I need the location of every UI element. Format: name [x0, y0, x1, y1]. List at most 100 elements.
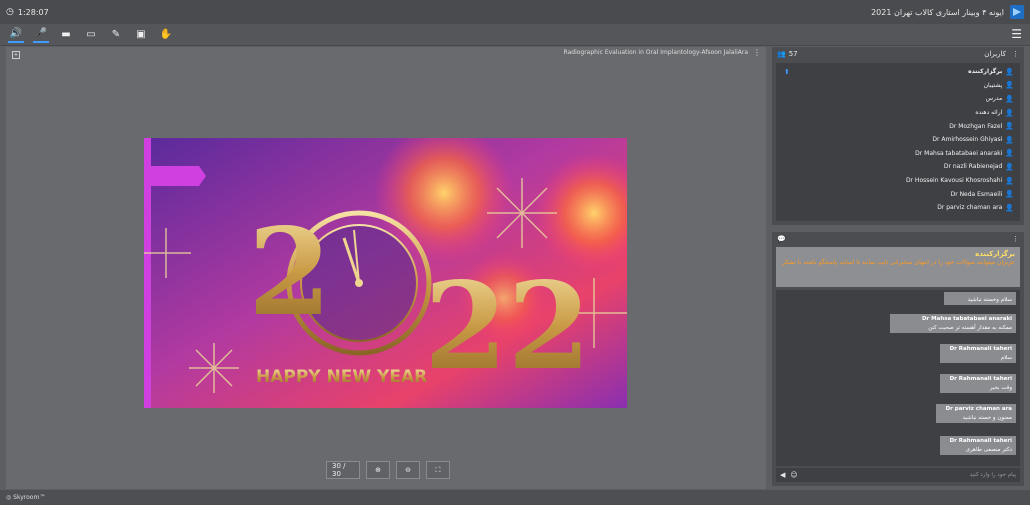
- pinned-notice: برگزارکننده عزیزان میتوانند سوالات خود ر…: [776, 247, 1020, 287]
- slide-controls: 30 / 30 ⊕ ⊖ ⛶: [326, 461, 450, 479]
- chat-panel-header: 💬 ⋮: [772, 232, 1024, 246]
- chat-message: Dr parviz chaman ara ممنون و خسته نباشید: [936, 404, 1016, 423]
- whiteboard-icon[interactable]: ▣: [133, 27, 149, 43]
- slide-image: 2 22 HAPPY NEW YEAR: [144, 138, 627, 408]
- chat-message: Dr Mahsa tabatabaei anaraki ممکنه به مقد…: [890, 314, 1016, 333]
- user-icon: 👤: [1005, 203, 1014, 212]
- chat-panel: 💬 ⋮ برگزارکننده عزیزان میتوانند سوالات خ…: [772, 232, 1024, 486]
- new-year-slide-graphic: 2 22 HAPPY NEW YEAR: [144, 138, 627, 408]
- user-icon: 👤: [1005, 94, 1014, 103]
- status-bar: ◎ Skyroom™: [0, 490, 1030, 505]
- user-icon: 👤: [1005, 108, 1014, 117]
- users-panel-title: کاربران: [984, 50, 1006, 58]
- user-name: Dr Hossein Kavousi Khosroshahi: [905, 177, 1003, 185]
- speaker-icon[interactable]: 🔊: [8, 27, 24, 43]
- user-name: پشتیبان: [983, 81, 1003, 89]
- list-item[interactable]: مدرس 👤: [776, 92, 1020, 106]
- list-item[interactable]: Dr nazli Rabienejad 👤: [776, 160, 1020, 174]
- skyroom-logo-icon: [1010, 5, 1024, 19]
- zoom-in-icon[interactable]: ⊕: [366, 461, 390, 479]
- user-name: Dr Amirhossein Ghiyasi: [932, 136, 1003, 144]
- top-bar: ◷ 1:28:07 ایونه ۴ وبینار استاری کالاب ته…: [0, 0, 1030, 24]
- message-sender: Dr Mahsa tabatabaei anaraki: [921, 316, 1012, 322]
- page-indicator[interactable]: 30 / 30: [326, 461, 360, 479]
- user-name: Dr Neda Esmaeili: [950, 190, 1003, 198]
- chat-input-bar: ◀ ☺: [776, 468, 1020, 482]
- camera-icon[interactable]: ▬: [58, 27, 74, 43]
- screen-share-icon[interactable]: ▭: [83, 27, 99, 43]
- user-name: Dr nazli Rabienejad: [943, 163, 1003, 171]
- slide-headline: HAPPY NEW YEAR: [256, 367, 427, 387]
- chat-message: Dr Rahmanali taheri وقت بخیر: [940, 374, 1016, 393]
- list-item[interactable]: ارائه دهنده 👤: [776, 106, 1020, 120]
- list-item[interactable]: Dr Mozhgan Fazel 👤: [776, 119, 1020, 133]
- users-options-icon[interactable]: ⋮: [1012, 50, 1019, 58]
- list-item[interactable]: Dr Neda Esmaeili 👤: [776, 187, 1020, 201]
- expand-icon[interactable]: +: [12, 51, 20, 59]
- clock-icon: ◷: [6, 7, 14, 17]
- user-name: Dr Mahsa tabatabaei anaraki: [915, 149, 1003, 157]
- message-text: سلام وخسته نباشید: [967, 297, 1012, 303]
- chat-message: Dr Rahmanali taheri دکتر منصفی طاهری: [940, 436, 1016, 455]
- list-item[interactable]: پشتیبان 👤: [776, 79, 1020, 93]
- user-icon: 👤: [1005, 81, 1014, 90]
- room-title: ایونه ۴ وبینار استاری کالاب تهران 2021: [871, 7, 1004, 17]
- microphone-icon[interactable]: 🎤: [33, 27, 49, 43]
- user-icon: 👤: [1005, 122, 1014, 131]
- chat-message: Dr Rahmanali taheri سلام: [940, 344, 1016, 363]
- menu-icon[interactable]: ☰: [1011, 27, 1022, 41]
- users-panel-header: 👥 57 کاربران ⋮: [772, 47, 1024, 61]
- user-name: Dr parviz chaman ara: [937, 204, 1003, 212]
- chat-message: سلام وخسته نباشید: [944, 292, 1016, 305]
- list-item[interactable]: Dr Hossein Kavousi Khosroshahi 👤: [776, 174, 1020, 188]
- stage-options-icon[interactable]: ⋮: [753, 48, 761, 57]
- chat-messages[interactable]: سلام وخسته نباشید Dr Mahsa tabatabaei an…: [776, 290, 1020, 466]
- list-item[interactable]: Dr parviz chaman ara 👤: [776, 201, 1020, 215]
- message-sender: Dr Rahmanali taheri: [949, 438, 1012, 444]
- list-item[interactable]: برگزارکننده 👤: [776, 65, 1020, 79]
- notice-body: عزیزان میتوانند سوالات خود را در انتهای …: [782, 259, 1015, 266]
- send-icon[interactable]: ◀: [780, 471, 785, 479]
- message-text: وقت بخیر: [989, 385, 1012, 391]
- user-icon: 👤: [1005, 162, 1014, 171]
- users-count: 57: [788, 50, 798, 58]
- toolbar: 🔊 🎤 ▬ ▭ ✎ ▣ ✋: [0, 24, 1030, 46]
- user-name: Dr Mozhgan Fazel: [949, 122, 1003, 130]
- pen-icon[interactable]: ✎: [108, 27, 124, 43]
- message-text: ممکنه به مقدار آهسته تر صحبت کنن: [928, 325, 1012, 331]
- brand-name: Skyroom™: [13, 494, 46, 501]
- message-text: سلام: [1000, 355, 1012, 361]
- zoom-out-icon[interactable]: ⊖: [396, 461, 420, 479]
- list-item[interactable]: Dr Mahsa tabatabaei anaraki 👤: [776, 147, 1020, 161]
- hand-raise-icon[interactable]: ✋: [158, 27, 174, 43]
- message-sender: Dr Rahmanali taheri: [949, 376, 1012, 382]
- user-name: برگزارکننده: [968, 68, 1003, 76]
- brand-icon: ◎: [6, 494, 12, 501]
- raised-hand-icon: ⬆: [784, 68, 790, 76]
- message-text: دکتر منصفی طاهری: [965, 447, 1012, 453]
- users-icon: 👥: [777, 50, 786, 58]
- presentation-title: Radiographic Evaluation in Oral Implanto…: [563, 49, 748, 56]
- emoji-icon[interactable]: ☺: [790, 471, 797, 479]
- presentation-stage: + Radiographic Evaluation in Oral Implan…: [6, 47, 766, 489]
- user-icon: 👤: [1005, 190, 1014, 199]
- message-sender: Dr Rahmanali taheri: [949, 346, 1012, 352]
- notice-title: برگزارکننده: [975, 250, 1015, 258]
- chat-input[interactable]: [802, 472, 1016, 478]
- user-name: مدرس: [985, 95, 1003, 103]
- message-sender: Dr parviz chaman ara: [945, 406, 1012, 412]
- list-item[interactable]: Dr Amirhossein Ghiyasi 👤: [776, 133, 1020, 147]
- chat-icon: 💬: [777, 235, 786, 243]
- chat-options-icon[interactable]: ⋮: [1012, 235, 1019, 243]
- user-name: ارائه دهنده: [975, 109, 1003, 117]
- message-text: ممنون و خسته نباشید: [962, 415, 1012, 421]
- user-icon: 👤: [1005, 135, 1014, 144]
- user-icon: 👤: [1005, 176, 1014, 185]
- user-icon: 👤: [1005, 149, 1014, 158]
- user-icon: 👤: [1005, 67, 1014, 76]
- users-list: ⬆ برگزارکننده 👤 پشتیبان 👤 مدرس 👤 ارائه دهند…: [776, 63, 1020, 221]
- fullscreen-icon[interactable]: ⛶: [426, 461, 450, 479]
- session-timer: 1:28:07: [17, 7, 49, 17]
- slide-digit-two: 2: [248, 202, 332, 343]
- users-panel: 👥 57 کاربران ⋮ ⬆ برگزارکننده 👤 پشتیبان 👤 م…: [772, 47, 1024, 225]
